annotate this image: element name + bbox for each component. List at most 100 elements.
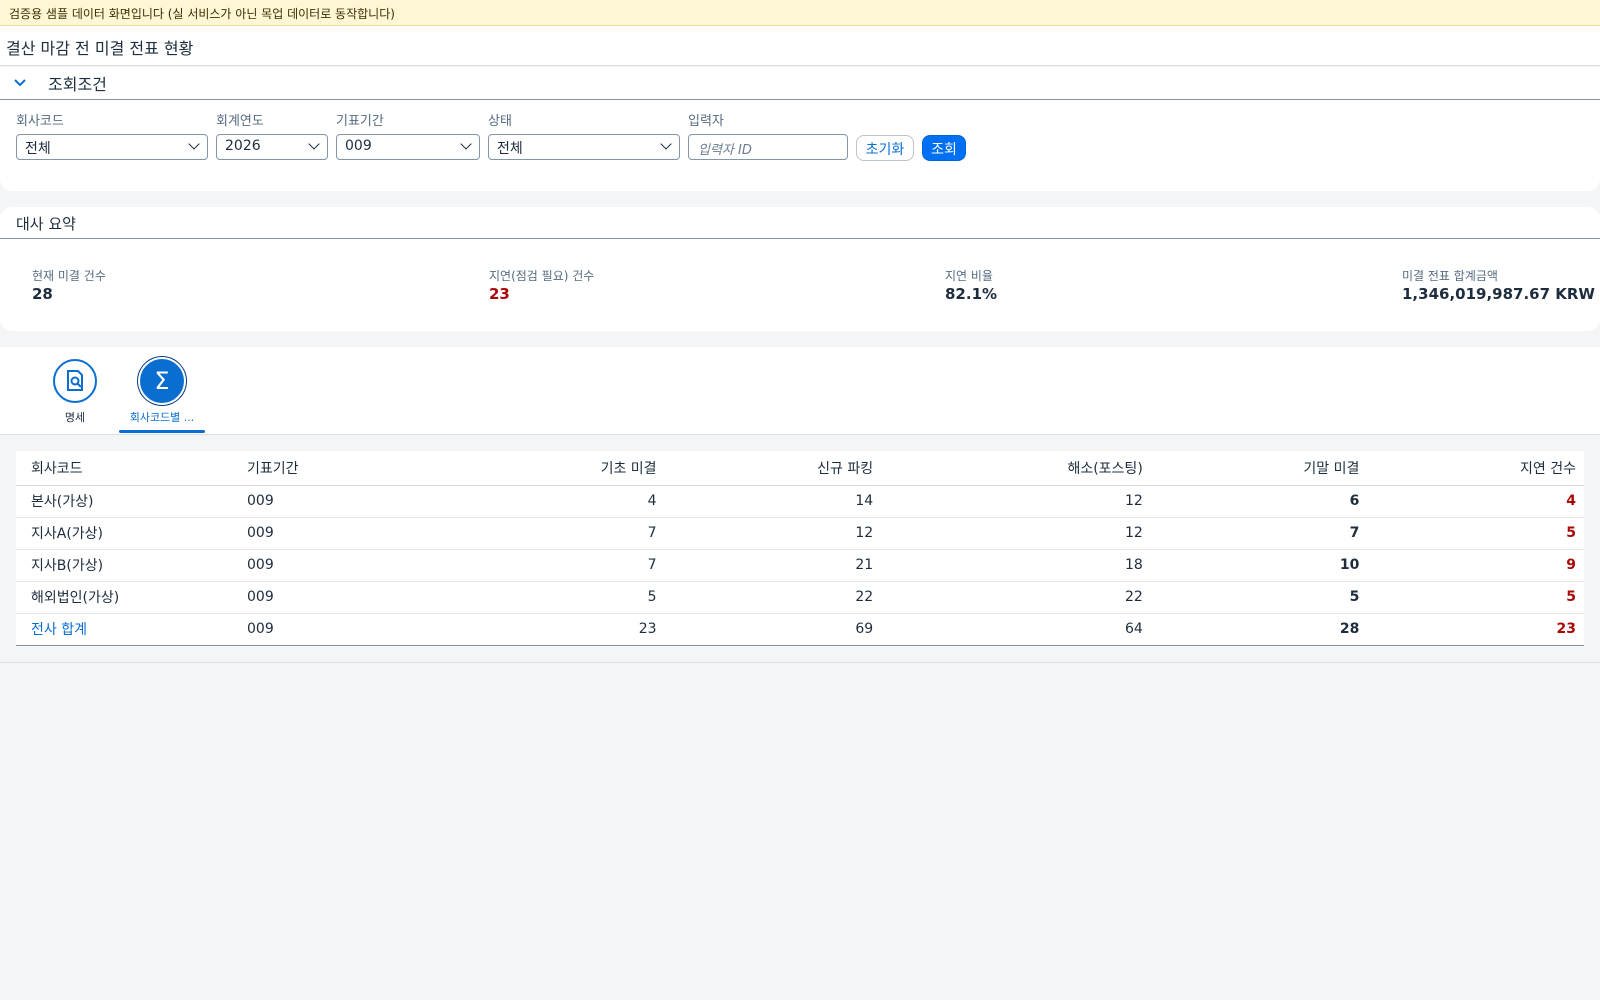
cell-cleared: 12 <box>881 517 1151 550</box>
fiscal-year-value: 2026 <box>225 138 261 154</box>
posting-period-value: 009 <box>345 138 372 154</box>
cell-delayed: 9 <box>1367 549 1584 582</box>
kpi-total-amount: 미결 전표 합계금액 1,346,019,987.67 KRW <box>1402 267 1595 303</box>
tab-by-company-label: 회사코드별 ... <box>129 411 195 424</box>
view-tab-bar: 명세 Σ 회사코드별 ... <box>0 347 1600 435</box>
kpi-delay-rate-value: 82.1% <box>945 285 998 303</box>
col-delayed-count[interactable]: 지연 건수 <box>1367 451 1584 486</box>
cell-opening: 4 <box>448 485 665 518</box>
cell-period: 009 <box>232 581 448 614</box>
posting-period-label: 기표기간 <box>336 114 384 129</box>
tab-by-company[interactable]: Σ 회사코드별 ... <box>119 359 205 433</box>
col-posting-period[interactable]: 기표기간 <box>232 451 448 486</box>
cell-period: 009 <box>232 485 448 518</box>
tab-detail[interactable]: 명세 <box>32 359 118 433</box>
kpi-total-amount-label: 미결 전표 합계금액 <box>1402 269 1498 283</box>
cell-new: 12 <box>664 517 882 550</box>
user-label: 입력자 <box>688 114 724 129</box>
filter-panel: 조회조건 회사코드 전체 회계연도 2026 기표기간 009 상태 전체 입력… <box>0 67 1600 191</box>
cell-closing: 6 <box>1150 485 1368 518</box>
chevron-down-icon <box>460 138 472 150</box>
cell-new: 69 <box>664 613 882 646</box>
table-row[interactable]: 해외법인(가상) 009 5 22 22 5 5 <box>16 581 1584 614</box>
col-company-code[interactable]: 회사코드 <box>16 451 232 486</box>
col-new-parked[interactable]: 신규 파킹 <box>664 451 882 486</box>
col-opening-open[interactable]: 기초 미결 <box>448 451 665 486</box>
status-value: 전체 <box>497 141 523 157</box>
kpi-open-count: 현재 미결 건수 28 <box>32 267 106 303</box>
chevron-down-icon <box>308 138 320 150</box>
company-code-filter: 회사코드 전체 <box>16 110 208 160</box>
cell-company-total-link[interactable]: 전사 합계 <box>16 613 232 646</box>
table-row[interactable]: 본사(가상) 009 4 14 12 6 4 <box>16 485 1584 518</box>
summary-section-title: 대사 요약 <box>0 207 1600 239</box>
kpi-total-amount-value: 1,346,019,987.67 KRW <box>1402 285 1595 303</box>
sigma-icon: Σ <box>140 359 184 403</box>
cell-closing: 10 <box>1150 549 1368 582</box>
posting-period-filter: 기표기간 009 <box>336 110 480 160</box>
cell-new: 21 <box>664 549 882 582</box>
reset-button[interactable]: 초기화 <box>856 135 914 161</box>
cell-period: 009 <box>232 549 448 582</box>
kpi-delay-rate-label: 지연 비율 <box>945 269 993 283</box>
kpi-open-count-label: 현재 미결 건수 <box>32 269 106 283</box>
filter-section-title: 조회조건 <box>48 75 107 94</box>
search-button[interactable]: 조회 <box>922 135 966 161</box>
status-filter: 상태 전체 <box>488 110 680 160</box>
cell-closing: 5 <box>1150 581 1368 614</box>
status-select[interactable]: 전체 <box>488 134 680 160</box>
mock-data-banner: 검증용 샘플 데이터 화면입니다 (실 서비스가 아닌 목업 데이터로 동작합니… <box>0 0 1600 26</box>
tab-detail-label: 명세 <box>64 411 86 424</box>
cell-cleared: 22 <box>881 581 1151 614</box>
cell-period: 009 <box>232 517 448 550</box>
cell-opening: 23 <box>448 613 665 646</box>
cell-cleared: 12 <box>881 485 1151 518</box>
fiscal-year-label: 회계연도 <box>216 114 264 129</box>
cell-new: 14 <box>664 485 882 518</box>
cell-delayed: 5 <box>1367 581 1584 614</box>
company-code-select[interactable]: 전체 <box>16 134 208 160</box>
cell-company: 지사A(가상) <box>16 517 232 550</box>
page-title: 결산 마감 전 미결 전표 현황 <box>0 26 1600 66</box>
cell-cleared: 18 <box>881 549 1151 582</box>
posting-period-select[interactable]: 009 <box>336 134 480 160</box>
cell-company: 본사(가상) <box>16 485 232 518</box>
user-filter: 입력자 입력자 ID <box>688 110 848 160</box>
kpi-delayed-count: 지연(점검 필요) 건수 23 <box>489 267 594 303</box>
cell-company: 지사B(가상) <box>16 549 232 582</box>
col-closing-open[interactable]: 기말 미결 <box>1150 451 1368 486</box>
table-row[interactable]: 지사A(가상) 009 7 12 12 7 5 <box>16 517 1584 550</box>
summary-panel: 대사 요약 현재 미결 건수 28 지연(점검 필요) 건수 23 지연 비율 … <box>0 207 1600 331</box>
status-label: 상태 <box>488 114 512 129</box>
company-code-value: 전체 <box>25 141 51 157</box>
cell-opening: 5 <box>448 581 665 614</box>
chevron-down-icon <box>188 138 200 150</box>
chevron-down-icon <box>660 138 672 150</box>
cell-period: 009 <box>232 613 448 646</box>
filter-header[interactable]: 조회조건 <box>0 67 1600 100</box>
table-row[interactable]: 지사B(가상) 009 7 21 18 10 9 <box>16 549 1584 582</box>
fiscal-year-select[interactable]: 2026 <box>216 134 328 160</box>
content-divider <box>0 661 1600 663</box>
document-search-icon <box>53 359 97 403</box>
cell-company: 해외법인(가상) <box>16 581 232 614</box>
kpi-open-count-value: 28 <box>32 285 53 303</box>
cell-cleared: 64 <box>881 613 1151 646</box>
company-summary-table: 회사코드 기표기간 기초 미결 신규 파킹 해소(포스팅) 기말 미결 지연 건… <box>16 451 1584 646</box>
cell-delayed: 23 <box>1367 613 1584 646</box>
fiscal-year-filter: 회계연도 2026 <box>216 110 328 160</box>
cell-opening: 7 <box>448 549 665 582</box>
chevron-down-icon[interactable] <box>14 76 48 90</box>
cell-delayed: 5 <box>1367 517 1584 550</box>
company-code-label: 회사코드 <box>16 114 64 129</box>
active-tab-indicator <box>119 430 205 433</box>
kpi-delayed-count-label: 지연(점검 필요) 건수 <box>489 269 595 283</box>
user-id-input[interactable]: 입력자 ID <box>688 134 848 160</box>
cell-closing: 7 <box>1150 517 1368 550</box>
cell-delayed: 4 <box>1367 485 1584 518</box>
col-cleared-posted[interactable]: 해소(포스팅) <box>881 451 1151 486</box>
kpi-delay-rate: 지연 비율 82.1% <box>945 267 997 303</box>
table-total-row[interactable]: 전사 합계 009 23 69 64 28 23 <box>16 613 1584 646</box>
cell-new: 22 <box>664 581 882 614</box>
cell-opening: 7 <box>448 517 665 550</box>
